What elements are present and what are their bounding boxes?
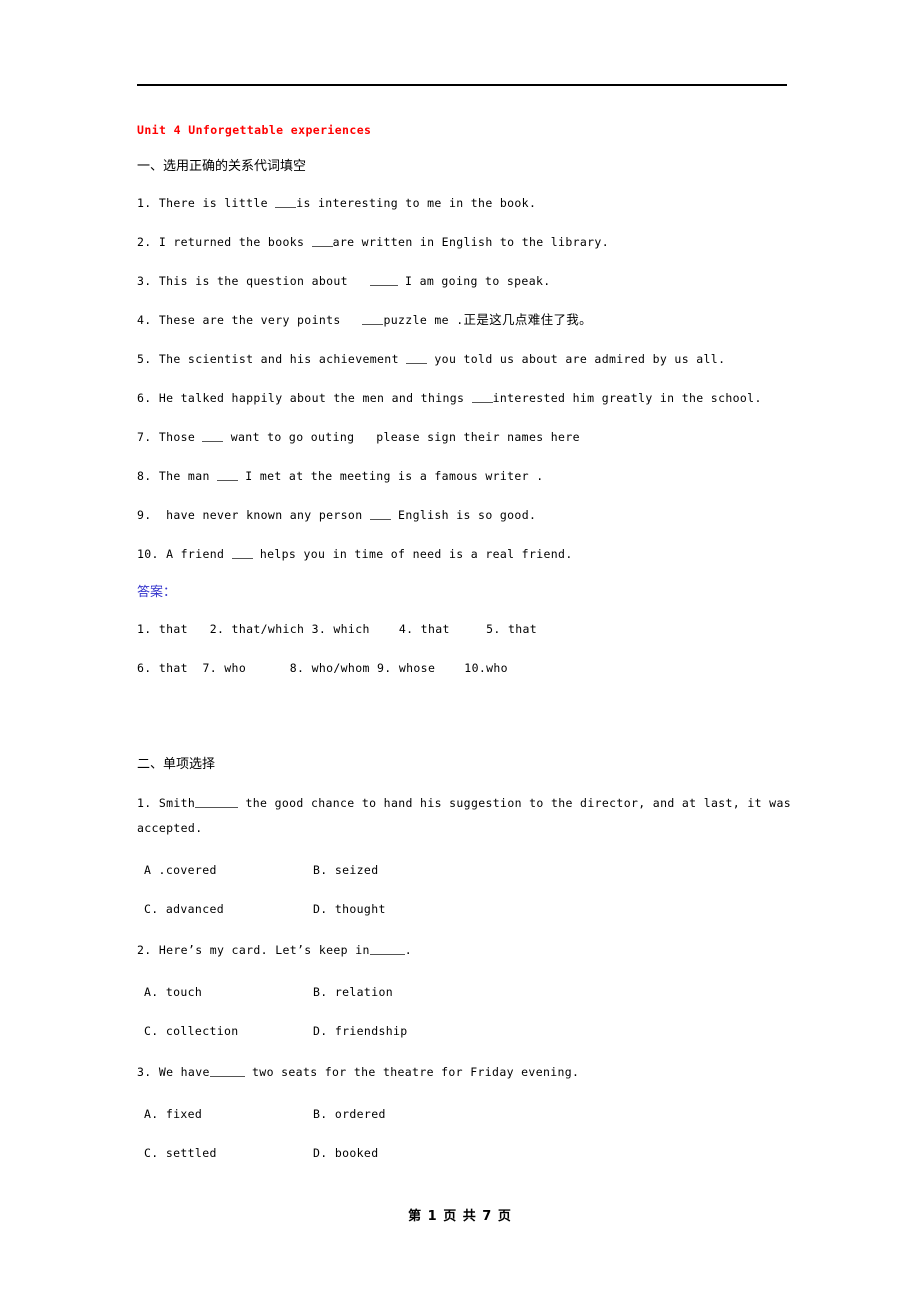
mcq-option-row: C. settled D. booked [144, 1143, 837, 1163]
page-title: Unit 4 Unforgettable experiences [137, 123, 372, 137]
mcq-option-row: C. collection D. friendship [144, 1021, 837, 1041]
fill-in-blank[interactable] [369, 274, 398, 286]
section-1-heading: 一、选用正确的关系代词填空 [137, 159, 307, 174]
question-text-pre: 3. This is the question about [137, 274, 370, 288]
mcq-option[interactable]: A .covered [144, 860, 313, 880]
question-text-pre: 9. have never known any person [137, 508, 370, 522]
mcq-option[interactable]: C. collection [144, 1021, 313, 1041]
mcq-option-row: A .covered B. seized [144, 860, 837, 880]
question-text-pre: 5. The scientist and his achievement [137, 352, 407, 366]
question-text-post: are written in English to the library. [332, 235, 609, 249]
mcq-options: A. touch B. relation C. collection D. frien… [137, 982, 837, 1041]
fill-in-blank[interactable] [369, 943, 405, 955]
answers-list: 1. that 2. that/which 3. which 4. that 5… [137, 619, 837, 678]
mcq-option[interactable]: A. touch [144, 982, 313, 1002]
mcq-option-row: C. advanced D. thought [144, 899, 837, 919]
question-line: 7. Those want to go outing please sign t… [137, 427, 837, 447]
mcq-stem: 2. Here’s my card. Let’s keep in. [137, 938, 837, 963]
mcq-option[interactable]: C. advanced [144, 899, 313, 919]
fill-in-blank[interactable] [369, 508, 391, 520]
mcq-stem-pre: 2. Here’s my card. Let’s keep in [137, 943, 370, 957]
section-1-questions: 1. There is little is interesting to me … [137, 193, 837, 564]
question-line: 5. The scientist and his achievement you… [137, 349, 837, 369]
question-text-post: is interesting to me in the book. [296, 196, 537, 210]
fill-in-blank[interactable] [209, 1065, 245, 1077]
question-line: 6. He talked happily about the men and t… [137, 388, 837, 408]
mcq-option[interactable]: C. settled [144, 1143, 313, 1163]
question-line: 9. have never known any person English i… [137, 505, 837, 525]
fill-in-blank[interactable] [195, 796, 239, 808]
fill-in-blank[interactable] [311, 235, 333, 247]
answer-row: 1. that 2. that/which 3. which 4. that 5… [137, 622, 538, 636]
question-text-post: interested him greatly in the school. [492, 391, 762, 405]
fill-in-blank[interactable] [275, 196, 297, 208]
mcq-options: A .covered B. seized C. advanced D. thought [137, 860, 837, 919]
mcq-stem-continuation: accepted. [137, 821, 203, 835]
mcq-option[interactable]: D. friendship [313, 1021, 408, 1041]
mcq-option[interactable]: B. relation [313, 982, 393, 1002]
question-line: 2. I returned the books are written in E… [137, 232, 837, 252]
question-text-post: helps you in time of need is a real frie… [252, 547, 573, 561]
mcq-stem-post: two seats for the theatre for Friday eve… [244, 1065, 580, 1079]
page-footer: 第 1 页 共 7 页 [408, 1209, 512, 1224]
mcq-stem-post: the good chance to hand his suggestion t… [238, 796, 791, 810]
fill-in-blank[interactable] [202, 430, 224, 442]
mcq-stem: 3. We have two seats for the theatre for… [137, 1060, 837, 1085]
question-line: 10. A friend helps you in time of need i… [137, 544, 837, 564]
question-line: 3. This is the question about I am going… [137, 271, 837, 291]
question-line: 8. The man I met at the meeting is a fam… [137, 466, 837, 486]
question-text-pre: 6. He talked happily about the men and t… [137, 391, 472, 405]
mcq-option[interactable]: D. booked [313, 1143, 378, 1163]
mcq-option-row: A. fixed B. ordered [144, 1104, 837, 1124]
mcq-stem: 1. Smith the good chance to hand his sug… [137, 791, 837, 841]
question-text-pre: 1. There is little [137, 196, 276, 210]
mcq-option[interactable]: A. fixed [144, 1104, 313, 1124]
mcq-option[interactable]: B. seized [313, 860, 378, 880]
answer-row: 6. that 7. who 8. who/whom 9. whose 10.w… [137, 661, 508, 675]
question-text-post: I met at the meeting is a famous writer … [238, 469, 544, 483]
question-text-post: want to go outing please sign their name… [223, 430, 580, 444]
header-divider [137, 84, 787, 86]
mcq-option[interactable]: B. ordered [313, 1104, 386, 1124]
fill-in-blank[interactable] [231, 547, 253, 559]
question-text-pre: 7. Those [137, 430, 203, 444]
question-line: 4. These are the very points puzzle me .… [137, 310, 837, 330]
document-page: Unit 4 Unforgettable experiences 一、选用正确的… [0, 0, 920, 1302]
question-text-pre: 2. I returned the books [137, 235, 312, 249]
document-body: Unit 4 Unforgettable experiences 一、选用正确的… [137, 118, 837, 1182]
mcq-stem-post: . [404, 943, 413, 957]
mcq-options: A. fixed B. ordered C. settled D. booked [137, 1104, 837, 1163]
question-text-post: puzzle me . [383, 313, 464, 327]
fill-in-blank[interactable] [217, 469, 239, 481]
fill-in-blank[interactable] [471, 391, 493, 403]
mcq-stem-pre: 3. We have [137, 1065, 210, 1079]
section-2-heading: 二、单项选择 [137, 757, 216, 772]
question-text-pre: 8. The man [137, 469, 218, 483]
answers-heading: 答案： [137, 585, 177, 600]
fill-in-blank[interactable] [362, 313, 384, 325]
question-text-post: you told us about are admired by us all. [427, 352, 726, 366]
mcq-stem-pre: 1. Smith [137, 796, 196, 810]
section-2-items: 1. Smith the good chance to hand his sug… [137, 791, 837, 1163]
question-text-pre: 10. A friend [137, 547, 232, 561]
fill-in-blank[interactable] [406, 352, 428, 364]
mcq-option-row: A. touch B. relation [144, 982, 837, 1002]
question-text-post: English is so good. [390, 508, 537, 522]
question-text-post: I am going to speak. [397, 274, 551, 288]
question-text-pre: 4. These are the very points [137, 313, 363, 327]
mcq-option[interactable]: D. thought [313, 899, 386, 919]
question-line: 1. There is little is interesting to me … [137, 193, 837, 213]
question-chinese-note: 正是这几点难住了我。 [463, 312, 593, 327]
